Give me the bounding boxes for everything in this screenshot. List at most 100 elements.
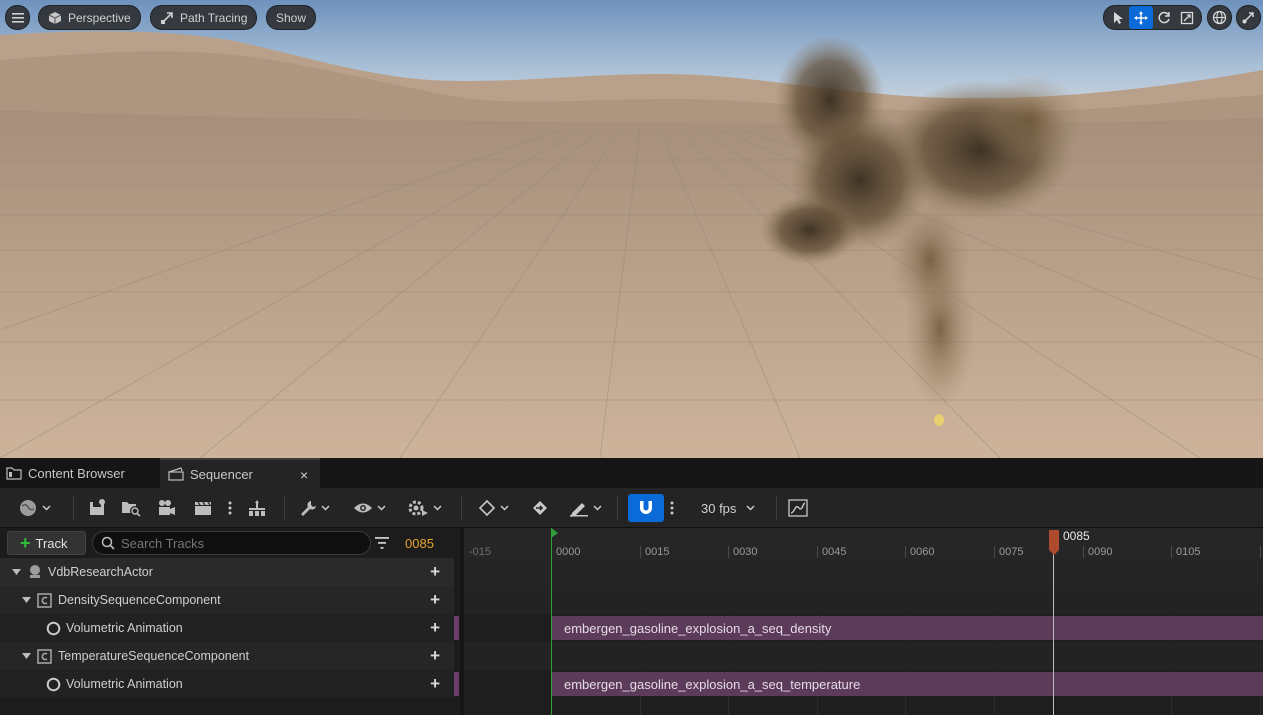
- gear-play-icon: [408, 500, 428, 516]
- section-label: embergen_gasoline_explosion_a_seq_densit…: [564, 620, 832, 636]
- density-section-bar[interactable]: embergen_gasoline_explosion_a_seq_densit…: [551, 616, 1263, 640]
- curve-editor-button[interactable]: [786, 495, 810, 521]
- tick-label: 0030: [733, 546, 758, 558]
- tree-row-label: Volumetric Animation: [66, 621, 183, 635]
- tree-row-label: Volumetric Animation: [66, 677, 183, 691]
- tick-label: 0105: [1176, 546, 1201, 558]
- more-options-button[interactable]: [224, 495, 236, 521]
- show-button[interactable]: Show: [266, 5, 317, 30]
- tick-label: 0045: [822, 546, 847, 558]
- clapper-icon: [168, 467, 184, 481]
- tick-label: 0000: [556, 546, 581, 558]
- tick-label: 0060: [910, 546, 935, 558]
- chevron-down-icon: [376, 505, 386, 511]
- timeline-panel[interactable]: -015 0000 0015 0030 0045 0060 0075 0090 …: [464, 528, 1263, 715]
- search-tracks-box[interactable]: [92, 531, 371, 555]
- add-icon[interactable]: +: [430, 591, 440, 608]
- playback-options-dropdown[interactable]: [404, 495, 444, 521]
- transform-snap-icon: [1242, 12, 1254, 24]
- current-frame-readout[interactable]: 0085: [405, 536, 434, 551]
- tree-row-density-track[interactable]: Volumetric Animation +: [0, 614, 454, 642]
- chevron-down-icon: [499, 505, 509, 511]
- timeline-row-temperature-component: [464, 642, 1263, 670]
- explosion-smoke: [760, 35, 1085, 426]
- tab-sequencer[interactable]: Sequencer ×: [160, 458, 320, 488]
- rotate-icon: [1158, 11, 1170, 23]
- section-label: embergen_gasoline_explosion_a_seq_temper…: [564, 676, 861, 692]
- surface-snap-button[interactable]: [1236, 5, 1261, 30]
- key-arrow-icon: [533, 501, 547, 515]
- camera-icon: [159, 500, 175, 515]
- keyframe-icon: [478, 499, 495, 517]
- save-icon: [90, 499, 105, 515]
- world-space-button[interactable]: [1207, 5, 1232, 30]
- playback-start-marker[interactable]: [551, 528, 552, 715]
- fps-label: 30 fps: [701, 500, 737, 516]
- magnet-icon: [640, 501, 652, 514]
- temperature-section-bar[interactable]: embergen_gasoline_explosion_a_seq_temper…: [551, 672, 1263, 696]
- tree-row-label: DensitySequenceComponent: [58, 593, 221, 607]
- tab-content-browser[interactable]: Content Browser: [6, 458, 156, 488]
- track-color-marker: [454, 672, 459, 696]
- create-camera-button[interactable]: [156, 495, 178, 521]
- add-icon[interactable]: +: [430, 647, 440, 664]
- key-interpolation-dropdown[interactable]: [474, 495, 512, 521]
- level-viewport[interactable]: Perspective Path Tracing Show: [0, 0, 1263, 458]
- auto-key-button[interactable]: [530, 495, 552, 521]
- playhead-handle[interactable]: [1048, 530, 1060, 556]
- search-input[interactable]: [121, 535, 361, 551]
- select-tool-button[interactable]: [1106, 6, 1129, 29]
- select-icon: [1113, 11, 1123, 24]
- content-browser-icon: [6, 467, 22, 480]
- show-label: Show: [276, 10, 307, 25]
- tree-row-actor[interactable]: VdbResearchActor +: [0, 558, 454, 586]
- world-icon: [19, 500, 36, 516]
- tab-label: Content Browser: [28, 465, 125, 481]
- search-icon: [101, 536, 115, 550]
- chevron-down-icon: [746, 505, 755, 511]
- track-outliner: + Track 0085 VdbResearchActor + DensityS…: [0, 528, 460, 715]
- eye-icon: [353, 503, 372, 513]
- rotate-tool-button[interactable]: [1153, 6, 1176, 29]
- expand-arrow-icon[interactable]: [11, 568, 21, 576]
- tree-row-label: TemperatureSequenceComponent: [58, 649, 250, 663]
- add-icon[interactable]: +: [430, 619, 440, 636]
- frame-rate-dropdown[interactable]: 30 fps: [693, 495, 755, 521]
- add-icon[interactable]: +: [430, 563, 440, 580]
- edit-mode-dropdown[interactable]: [566, 495, 604, 521]
- tree-row-density-component[interactable]: DensitySequenceComponent +: [0, 586, 454, 614]
- hamburger-icon: [11, 12, 24, 23]
- scale-tool-button[interactable]: [1176, 6, 1199, 29]
- snapping-options-button[interactable]: [666, 495, 678, 521]
- render-movie-button[interactable]: [192, 495, 214, 521]
- filter-button[interactable]: [374, 536, 390, 553]
- actor-icon: [30, 565, 40, 578]
- path-tracing-button[interactable]: Path Tracing: [150, 5, 258, 30]
- view-mode-icon: [161, 11, 173, 24]
- track-color-marker: [454, 616, 459, 640]
- find-in-content-browser-button[interactable]: [120, 495, 142, 521]
- expand-arrow-icon[interactable]: [21, 596, 31, 604]
- add-icon[interactable]: +: [430, 675, 440, 692]
- save-sequence-button[interactable]: [86, 495, 108, 521]
- settings-dropdown[interactable]: [296, 495, 332, 521]
- time-ruler[interactable]: -015 0000 0015 0030 0045 0060 0075 0090 …: [464, 528, 1263, 559]
- viewport-menu-button[interactable]: [5, 5, 30, 30]
- chevron-down-icon: [592, 505, 602, 511]
- perspective-button[interactable]: Perspective: [38, 5, 141, 30]
- circle-icon: [46, 677, 61, 691]
- view-options-dropdown[interactable]: [350, 495, 388, 521]
- cube-icon: [48, 11, 62, 24]
- tree-row-temperature-component[interactable]: TemperatureSequenceComponent +: [0, 642, 454, 670]
- expand-arrow-icon[interactable]: [21, 652, 31, 660]
- tick-label: -015: [469, 546, 492, 558]
- world-dropdown[interactable]: [14, 495, 54, 521]
- snapping-toggle-button[interactable]: [628, 494, 664, 522]
- actions-button[interactable]: [246, 495, 268, 521]
- playhead-line[interactable]: [1053, 548, 1054, 715]
- add-track-button[interactable]: + Track: [7, 531, 86, 555]
- circle-icon: [46, 621, 61, 635]
- close-tab-icon[interactable]: ×: [300, 467, 308, 483]
- tree-row-temperature-track[interactable]: Volumetric Animation +: [0, 670, 454, 698]
- translate-tool-button[interactable]: [1129, 6, 1153, 29]
